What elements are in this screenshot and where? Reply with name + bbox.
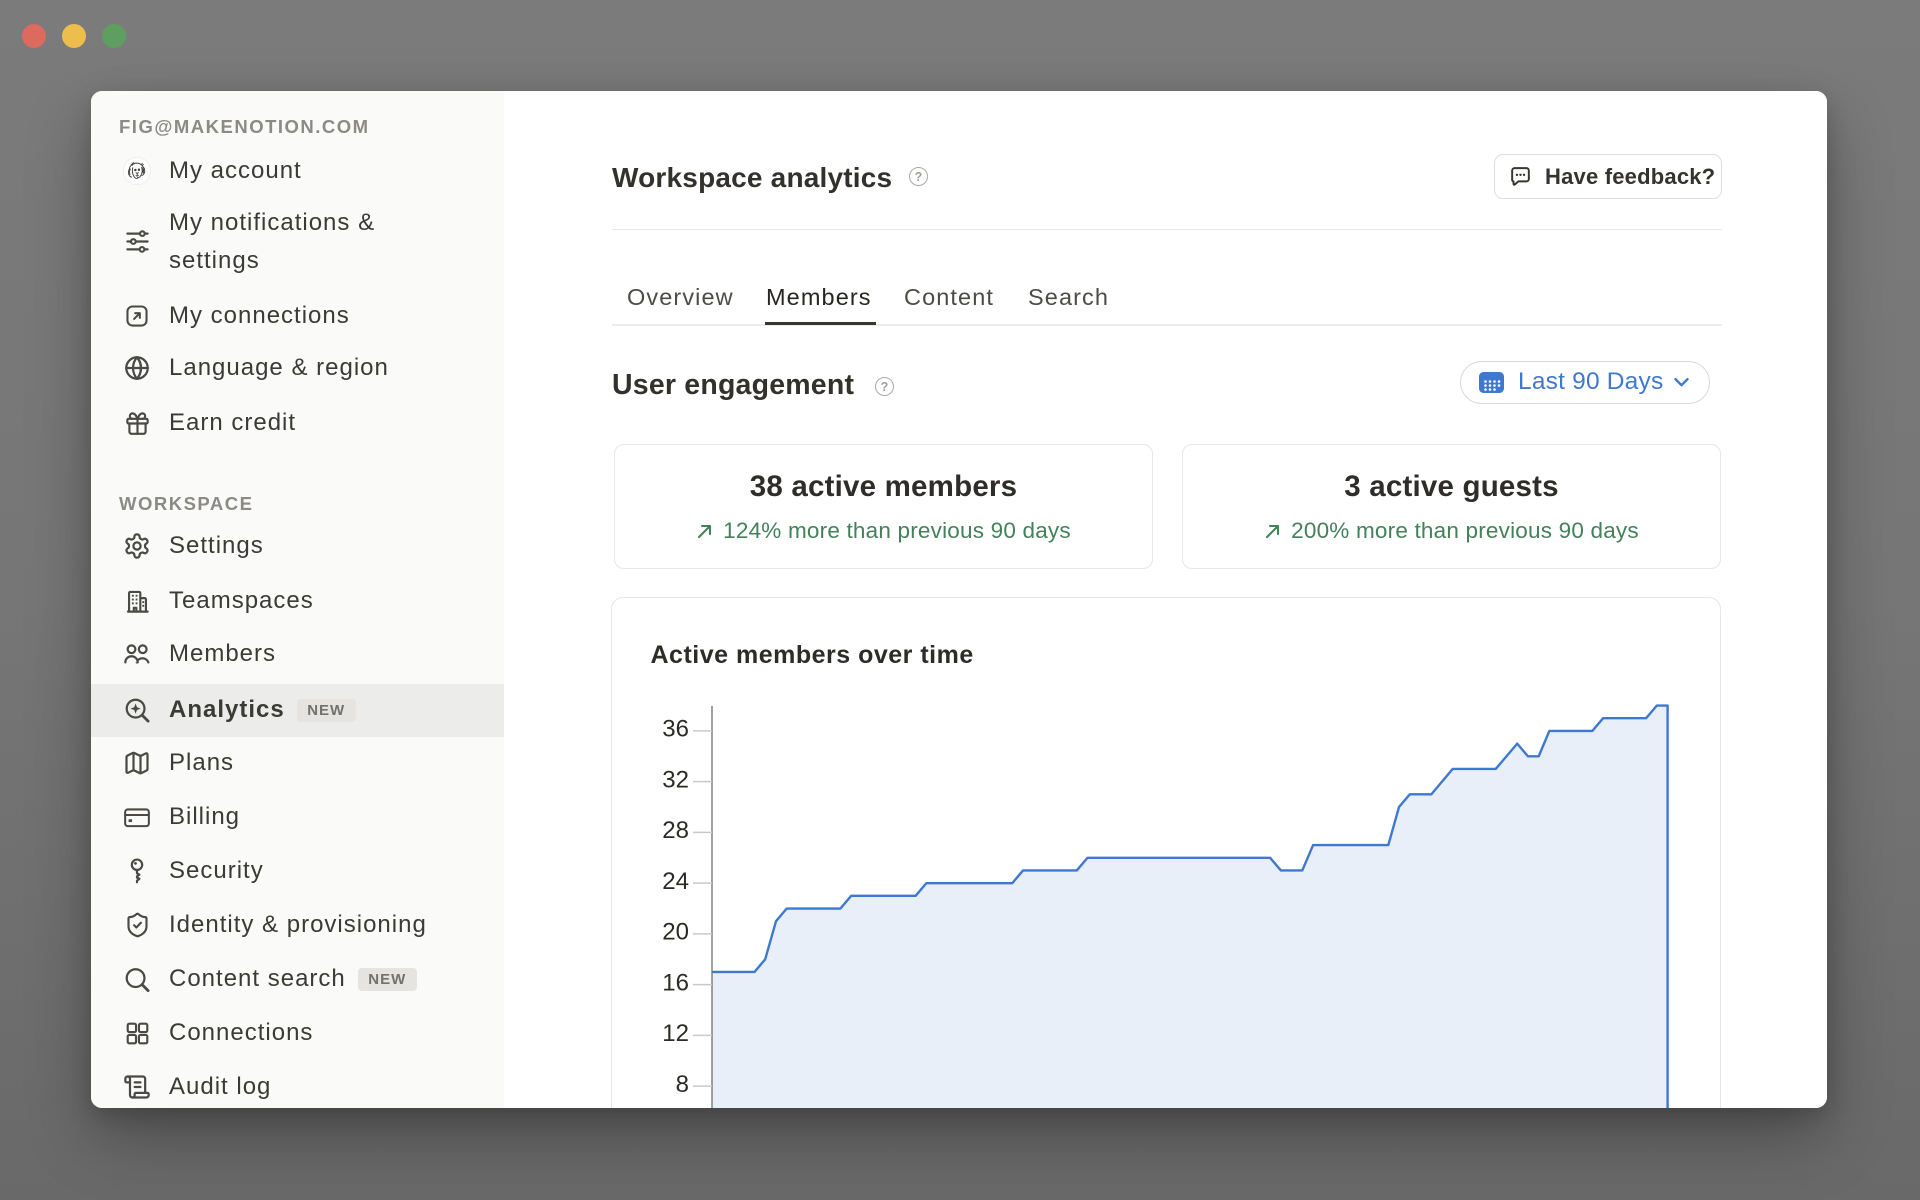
svg-text:24: 24 (662, 868, 689, 895)
svg-text:32: 32 (662, 766, 689, 793)
svg-text:28: 28 (662, 817, 689, 844)
svg-text:12: 12 (662, 1020, 689, 1047)
svg-text:20: 20 (662, 919, 689, 946)
svg-text:36: 36 (662, 716, 689, 743)
svg-text:8: 8 (676, 1071, 689, 1098)
svg-text:16: 16 (662, 969, 689, 996)
